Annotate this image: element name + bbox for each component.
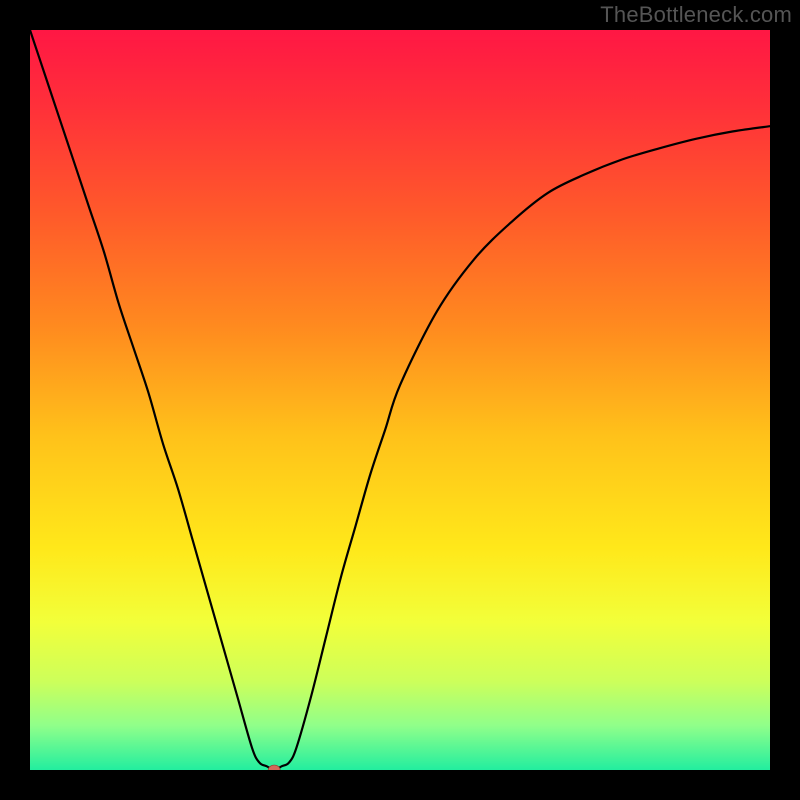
bottleneck-chart [30,30,770,770]
watermark-text: TheBottleneck.com [600,2,792,28]
gradient-background [30,30,770,770]
plot-area [30,30,770,770]
chart-container: TheBottleneck.com [0,0,800,800]
